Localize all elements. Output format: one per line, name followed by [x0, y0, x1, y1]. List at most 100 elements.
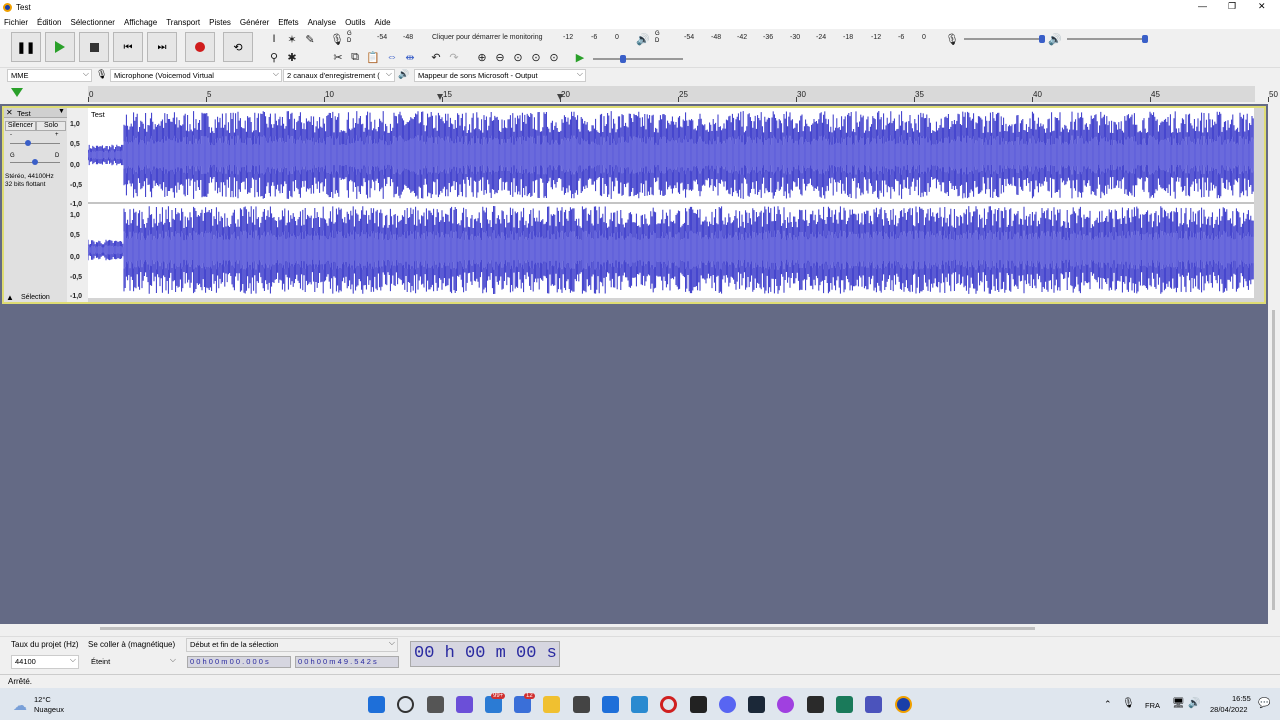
- track-close-icon[interactable]: ✕: [6, 108, 13, 117]
- network-icon[interactable]: 🖥: [1172, 698, 1185, 709]
- menu-view[interactable]: Affichage: [124, 18, 157, 27]
- gain-slider[interactable]: [10, 143, 60, 144]
- selection-start-time[interactable]: 0 0 h 0 0 m 0 0 . 0 0 0 s: [187, 656, 291, 668]
- undo-icon[interactable]: ↶: [428, 49, 444, 65]
- mute-button[interactable]: Silencer: [5, 121, 36, 131]
- zoom-out-icon[interactable]: ⊖: [492, 49, 508, 65]
- menu-file[interactable]: Fichier: [4, 18, 28, 27]
- keyboard-language[interactable]: FRA: [1145, 701, 1160, 710]
- timeline-options-icon[interactable]: [11, 88, 23, 97]
- app-icon[interactable]: [631, 696, 648, 713]
- play-at-speed-icon[interactable]: ▶: [572, 49, 588, 65]
- pause-button[interactable]: ❚❚: [11, 32, 41, 62]
- multi-tool-icon[interactable]: ✱: [284, 49, 300, 65]
- menu-tools[interactable]: Outils: [345, 18, 365, 27]
- fit-selection-icon[interactable]: ⊙: [510, 49, 526, 65]
- zoom-toggle-icon[interactable]: ⊙: [546, 49, 562, 65]
- close-button[interactable]: ✕: [1258, 1, 1266, 12]
- collapse-track-icon[interactable]: ▲: [6, 293, 14, 302]
- vertical-scrollbar[interactable]: [1272, 310, 1275, 610]
- timeline-scale[interactable]: [88, 86, 1255, 102]
- paste-icon[interactable]: 📋: [365, 49, 381, 65]
- weather-temp[interactable]: 12°C: [34, 695, 51, 704]
- playback-volume-slider[interactable]: [1067, 38, 1147, 40]
- zoom-tool-icon[interactable]: ⚲: [266, 49, 282, 65]
- playback-device-select[interactable]: Mappeur de sons Microsoft - Output: [414, 69, 586, 82]
- app-icon[interactable]: [690, 696, 707, 713]
- tray-mic-icon[interactable]: 🎙: [1122, 698, 1135, 709]
- start-icon[interactable]: [368, 696, 385, 713]
- clock-date[interactable]: 28/04/2022: [1210, 705, 1248, 714]
- track-menu-chevron-icon[interactable]: ▼: [58, 108, 65, 115]
- track-select-button[interactable]: Sélection: [21, 294, 50, 301]
- record-volume-thumb[interactable]: [1039, 35, 1045, 43]
- chat-icon[interactable]: [456, 696, 473, 713]
- maximize-button[interactable]: ❐: [1228, 1, 1236, 12]
- file-explorer-icon[interactable]: [543, 696, 560, 713]
- solo-button[interactable]: Solo: [36, 121, 66, 131]
- menu-generate[interactable]: Générer: [240, 18, 269, 27]
- waveform[interactable]: [88, 108, 1254, 302]
- speaker-icon[interactable]: 🔊: [635, 31, 651, 47]
- weather-cloud-icon[interactable]: ☁: [13, 697, 27, 714]
- menu-transport[interactable]: Transport: [166, 18, 200, 27]
- gain-thumb[interactable]: [25, 140, 31, 146]
- menu-analyze[interactable]: Analyse: [308, 18, 336, 27]
- project-rate-select[interactable]: 44100: [11, 655, 79, 669]
- recording-device-select[interactable]: Microphone (Voicemod Virtual: [110, 69, 282, 82]
- record-meter-hint[interactable]: Cliquer pour démarrer le monitoring: [432, 34, 543, 41]
- search-icon[interactable]: [397, 696, 414, 713]
- skip-start-button[interactable]: ⏮: [113, 32, 143, 62]
- cut-icon[interactable]: ✂: [330, 49, 346, 65]
- selection-tool-icon[interactable]: I: [266, 31, 282, 47]
- menu-effects[interactable]: Effets: [278, 18, 298, 27]
- play-button[interactable]: [45, 32, 75, 62]
- app-icon[interactable]: [807, 696, 824, 713]
- envelope-tool-icon[interactable]: ✶: [284, 31, 300, 47]
- draw-tool-icon[interactable]: ✎: [302, 31, 318, 47]
- messenger-icon[interactable]: [777, 696, 794, 713]
- clock-time[interactable]: 16:55: [1232, 694, 1251, 703]
- skip-end-button[interactable]: ⏭: [147, 32, 177, 62]
- selection-mode-select[interactable]: Début et fin de la sélection: [186, 638, 398, 652]
- teams-app-icon[interactable]: [865, 696, 882, 713]
- record-volume-slider[interactable]: [964, 38, 1044, 40]
- audio-host-select[interactable]: MME: [7, 69, 92, 82]
- dropbox-icon[interactable]: [602, 696, 619, 713]
- audacity-taskbar-icon[interactable]: [895, 696, 912, 713]
- selection-end-time[interactable]: 0 0 h 0 0 m 4 9 . 5 4 2 s: [295, 656, 399, 668]
- opera-icon[interactable]: [660, 696, 677, 713]
- channels-select[interactable]: 2 canaux d'enregistrement (: [283, 69, 395, 82]
- fit-project-icon[interactable]: ⊙: [528, 49, 544, 65]
- tray-chevron-icon[interactable]: ⌃: [1104, 699, 1112, 710]
- stop-button[interactable]: [79, 32, 109, 62]
- microphone-icon[interactable]: 🎙: [329, 31, 345, 47]
- clip-name[interactable]: Test: [91, 110, 105, 119]
- audio-position-time[interactable]: 00 h 00 m 00 s: [410, 641, 560, 667]
- store-icon[interactable]: [573, 696, 590, 713]
- volume-icon[interactable]: 🔊: [1188, 698, 1200, 709]
- snap-to-select[interactable]: Éteint: [87, 655, 179, 669]
- menu-help[interactable]: Aide: [375, 18, 391, 27]
- notification-icon[interactable]: 💬: [1258, 698, 1270, 709]
- weather-desc[interactable]: Nuageux: [34, 705, 64, 714]
- record-button[interactable]: [185, 32, 215, 62]
- play-speed-slider[interactable]: [593, 58, 683, 60]
- steam-icon[interactable]: [748, 696, 765, 713]
- menu-select[interactable]: Sélectionner: [70, 18, 114, 27]
- loop-button[interactable]: ⟲: [223, 32, 253, 62]
- zoom-in-icon[interactable]: ⊕: [474, 49, 490, 65]
- trim-icon[interactable]: ⇔: [384, 49, 400, 65]
- silence-icon[interactable]: ⇹: [402, 49, 418, 65]
- redo-icon[interactable]: ↷: [446, 49, 462, 65]
- menu-tracks[interactable]: Pistes: [209, 18, 231, 27]
- track-name-menu[interactable]: Test: [17, 109, 31, 118]
- horizontal-scrollbar[interactable]: [100, 627, 1035, 630]
- app-icon[interactable]: [836, 696, 853, 713]
- task-view-icon[interactable]: [427, 696, 444, 713]
- play-speed-thumb[interactable]: [620, 55, 626, 63]
- discord-icon[interactable]: [719, 696, 736, 713]
- menu-edit[interactable]: Édition: [37, 18, 61, 27]
- copy-icon[interactable]: ⧉: [347, 49, 363, 65]
- minimize-button[interactable]: —: [1198, 1, 1207, 11]
